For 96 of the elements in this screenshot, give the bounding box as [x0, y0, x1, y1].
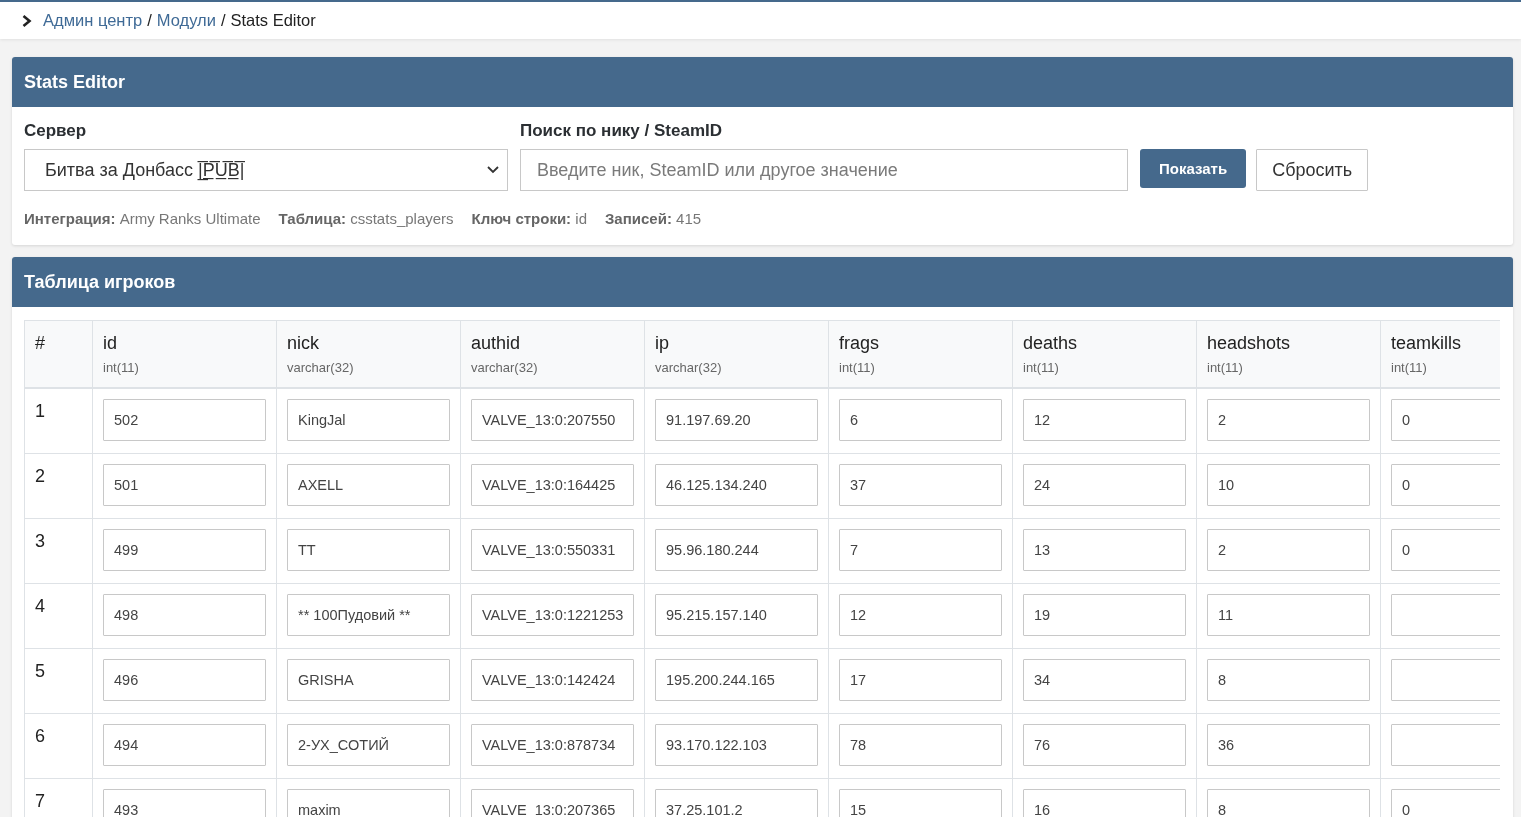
column-name: authid — [471, 333, 522, 353]
cell-input[interactable]: 2 — [1207, 529, 1370, 571]
column-type: int(11) — [1391, 360, 1428, 375]
cell-input[interactable]: 95.215.157.140 — [655, 594, 818, 636]
cell-input[interactable]: 17 — [839, 659, 1002, 701]
cell-input[interactable]: maxim — [287, 789, 450, 817]
cell-input[interactable]: 195.200.244.165 — [655, 659, 818, 701]
column-name: # — [35, 333, 46, 353]
cell-input[interactable]: VALVE_13:0:878734 — [471, 724, 634, 766]
cell-input[interactable]: 12 — [839, 594, 1002, 636]
cell-input[interactable]: 37 — [839, 464, 1002, 506]
column-type: varchar(32) — [655, 360, 723, 375]
row-number: 1 — [35, 401, 45, 421]
column-type: int(11) — [839, 360, 876, 375]
cell-input[interactable]: 496 — [103, 659, 266, 701]
cell-input[interactable]: VALVE_13:0:142424 — [471, 659, 634, 701]
search-label: Поиск по нику / SteamID — [520, 121, 723, 141]
cell-input[interactable]: 15 — [839, 789, 1002, 817]
cell-input[interactable]: 6 — [839, 399, 1002, 441]
cell-input[interactable]: 76 — [1023, 724, 1186, 766]
cell-input[interactable]: TT — [287, 529, 450, 571]
cell-input[interactable]: 37.25.101.2 — [655, 789, 818, 817]
cell-input[interactable]: 8 — [1207, 659, 1370, 701]
column-name: frags — [839, 333, 881, 353]
cell-input[interactable]: 12 — [1023, 399, 1186, 441]
chevron-down-icon — [487, 166, 499, 174]
cell-input[interactable]: 2 — [1207, 399, 1370, 441]
reset-button[interactable]: Сбросить — [1256, 149, 1369, 191]
cell-input[interactable]: VALVE_13:0:550331 — [471, 529, 634, 571]
column-type: int(11) — [1207, 360, 1244, 375]
meta-item: Ключ строки: id — [471, 210, 587, 227]
cell-input[interactable]: 0 — [1391, 529, 1500, 571]
column-type: varchar(32) — [287, 360, 355, 375]
cell-input[interactable]: 36 — [1207, 724, 1370, 766]
breadcrumb-link[interactable]: Админ центр — [43, 11, 143, 30]
column-name: id — [103, 333, 118, 353]
cell-input[interactable]: 10 — [1207, 464, 1370, 506]
server-label: Сервер — [24, 121, 88, 141]
cell-input[interactable]: 502 — [103, 399, 266, 441]
server-select[interactable]: Битва за Донбасс |̲̅P̲̅U̲̅B̲̅| — [24, 149, 508, 191]
cell-input[interactable]: 501 — [103, 464, 266, 506]
cell-input[interactable]: 46.125.134.240 — [655, 464, 818, 506]
cell-input[interactable]: VALVE_13:0:1221253 — [471, 594, 634, 636]
meta-item: Интеграция: Army Ranks Ultimate — [24, 210, 261, 227]
chevron-right-icon — [21, 14, 32, 27]
column-name: deaths — [1023, 333, 1079, 353]
meta-item: Таблица: csstats_players — [278, 210, 454, 227]
cell-input[interactable]: 93.170.122.103 — [655, 724, 818, 766]
cell-input[interactable]: 19 — [1023, 594, 1186, 636]
cell-input[interactable]: 2-УХ_СОТИЙ — [287, 724, 450, 766]
row-number: 2 — [35, 466, 45, 486]
cell-input[interactable]: 494 — [103, 724, 266, 766]
cell-input[interactable]: VALVE_13:0:164425 — [471, 464, 634, 506]
column-type: varchar(32) — [471, 360, 539, 375]
cell-input[interactable]: 0 — [1391, 399, 1500, 441]
row-number: 7 — [35, 791, 45, 811]
cell-input[interactable]: 0 — [1391, 464, 1500, 506]
breadcrumb-current: Stats Editor — [230, 11, 316, 30]
row-number: 5 — [35, 661, 45, 681]
row-number: 6 — [35, 726, 45, 746]
cell-input[interactable]: 16 — [1023, 789, 1186, 817]
cell-input[interactable]: 498 — [103, 594, 266, 636]
show-button[interactable]: Показать — [1140, 149, 1247, 188]
row-number: 3 — [35, 531, 45, 551]
cell-input[interactable]: VALVE_13:0:207365 — [471, 789, 634, 817]
cell-input[interactable]: 0 — [1391, 789, 1500, 817]
column-name: headshots — [1207, 333, 1292, 353]
cell-input[interactable]: 24 — [1023, 464, 1186, 506]
cell-input[interactable]: ** 100Пудовий ** — [287, 594, 450, 636]
column-name: teamkills — [1391, 333, 1462, 353]
column-type: int(11) — [103, 360, 140, 375]
cell-input[interactable]: 8 — [1207, 789, 1370, 817]
cell-input[interactable]: 493 — [103, 789, 266, 817]
cell-input[interactable]: AXELL — [287, 464, 450, 506]
cell-input[interactable]: 499 — [103, 529, 266, 571]
column-name: nick — [287, 333, 320, 353]
search-field[interactable]: Введите ник, SteamID или другое значение — [520, 149, 1128, 191]
breadcrumb-separator: / — [220, 11, 226, 30]
cell-input[interactable]: GRISHA — [287, 659, 450, 701]
meta-item: Записей: 415 — [604, 210, 702, 227]
breadcrumb-link[interactable]: Модули — [156, 11, 216, 30]
cell-input[interactable]: KingJal — [287, 399, 450, 441]
column-type: int(11) — [1023, 360, 1060, 375]
cell-input[interactable]: 13 — [1023, 529, 1186, 571]
card-header: Stats Editor — [12, 57, 1513, 107]
cell-input[interactable]: 7 — [839, 529, 1002, 571]
cell-input[interactable]: 91.197.69.20 — [655, 399, 818, 441]
cell-input[interactable]: 11 — [1207, 594, 1370, 636]
column-name: ip — [655, 333, 670, 353]
breadcrumb-separator: / — [147, 11, 152, 30]
cell-input[interactable]: VALVE_13:0:207550 — [471, 399, 634, 441]
card-header: Таблица игроков — [12, 257, 1513, 307]
cell-input[interactable]: 34 — [1023, 659, 1186, 701]
cell-input[interactable]: 95.96.180.244 — [655, 529, 818, 571]
cell-input[interactable]: 78 — [839, 724, 1002, 766]
row-number: 4 — [35, 596, 45, 616]
